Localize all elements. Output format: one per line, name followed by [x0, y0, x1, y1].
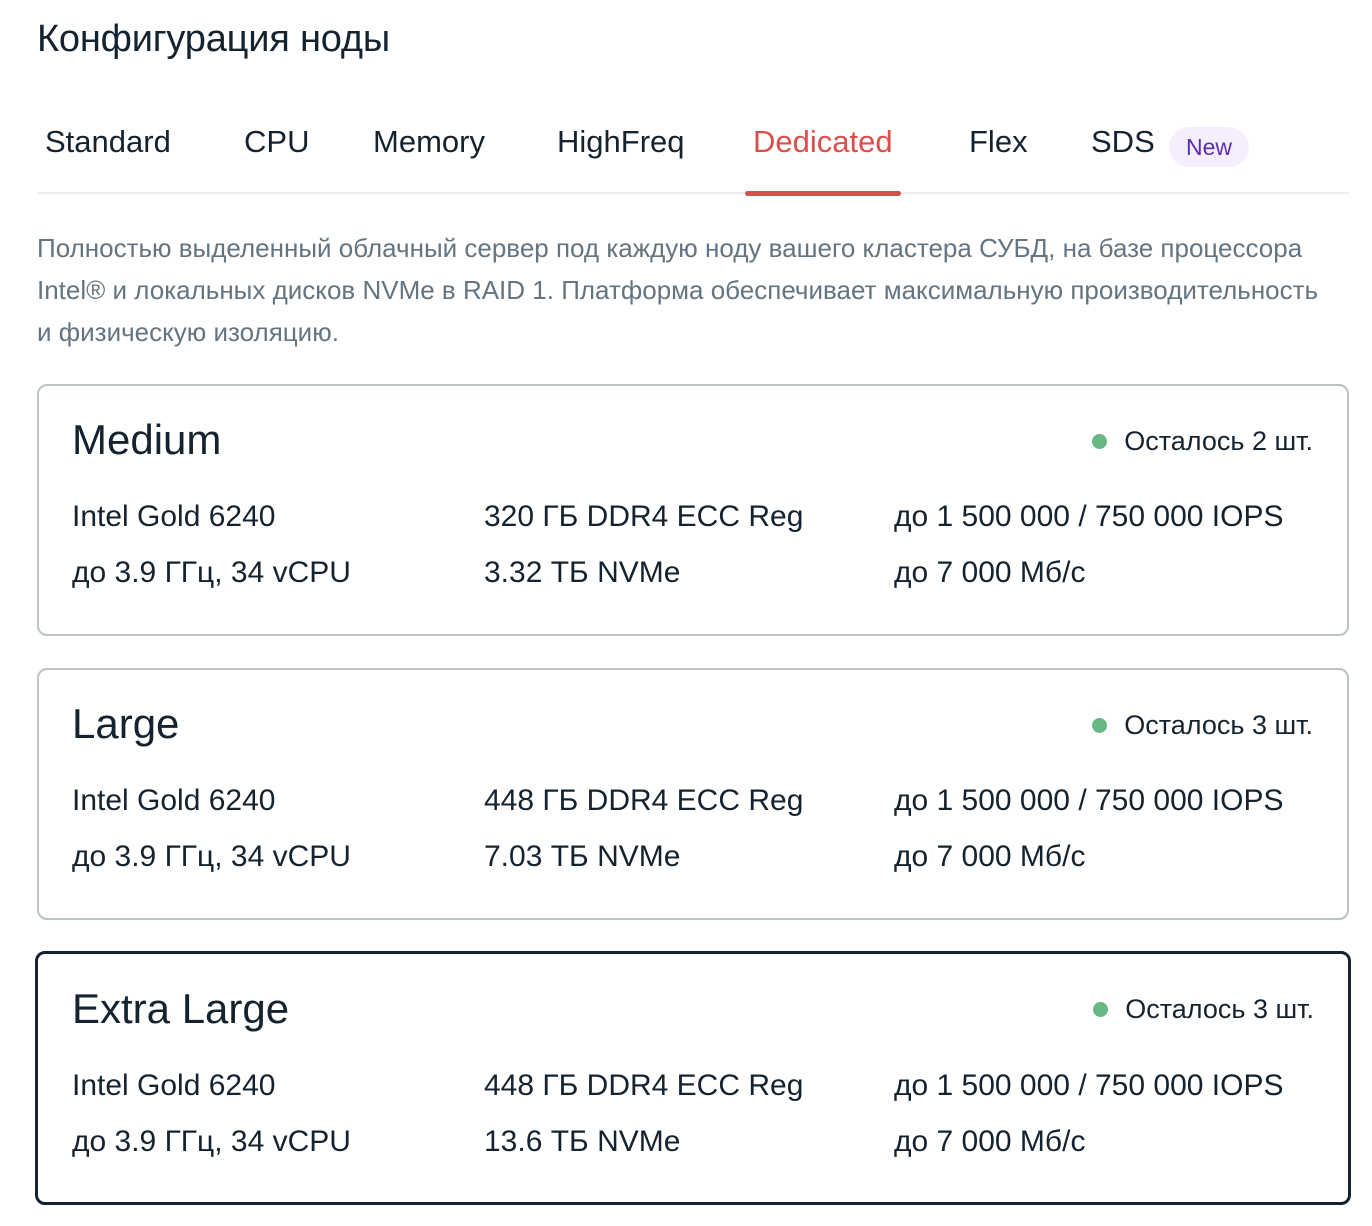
memory-spec: 448 ГБ DDR4 ECC Reg: [484, 784, 804, 817]
memory-spec: 448 ГБ DDR4 ECC Reg: [484, 1069, 804, 1102]
availability-dot-icon: [1092, 434, 1108, 449]
plan-type-tabs: Standard CPU Memory HighFreq Dedicated F…: [37, 112, 1349, 196]
cpu-details: до 3.9 ГГц, 34 vCPU: [72, 1125, 351, 1158]
tab-label: SDS: [1091, 124, 1155, 159]
plan-card-extra-large[interactable]: Extra Large Осталось 3 шт. Intel Gold 62…: [35, 951, 1351, 1205]
memory-spec: 320 ГБ DDR4 ECC Reg: [484, 500, 804, 533]
stock-label: Осталось 3 шт.: [1125, 994, 1314, 1024]
stock-status: Осталось 3 шт.: [1092, 710, 1313, 741]
storage-spec: 13.6 ТБ NVMe: [484, 1125, 681, 1158]
tab-label: Memory: [373, 124, 485, 159]
tab-label: Standard: [45, 124, 171, 159]
iops-spec: до 1 500 000 / 750 000 IOPS: [894, 1069, 1284, 1102]
tab-label: CPU: [244, 124, 310, 159]
storage-spec: 3.32 ТБ NVMe: [484, 556, 681, 589]
plan-card-medium[interactable]: Medium Осталось 2 шт. Intel Gold 6240 до…: [37, 384, 1349, 636]
tab-sds[interactable]: SDS: [1091, 124, 1155, 194]
plan-name: Medium: [72, 416, 222, 463]
cpu-model: Intel Gold 6240: [72, 500, 276, 533]
active-tab-indicator: [745, 191, 901, 196]
availability-dot-icon: [1092, 718, 1108, 733]
plan-name: Large: [72, 700, 180, 747]
availability-dot-icon: [1093, 1002, 1109, 1017]
tab-label: Flex: [969, 124, 1028, 159]
cpu-details: до 3.9 ГГц, 34 vCPU: [72, 840, 351, 873]
page-title: Конфигурация ноды: [37, 18, 390, 60]
storage-spec: 7.03 ТБ NVMe: [484, 840, 681, 873]
tab-label: HighFreq: [557, 124, 685, 159]
iops-spec: до 1 500 000 / 750 000 IOPS: [894, 784, 1284, 817]
cpu-model: Intel Gold 6240: [72, 784, 276, 817]
tab-dedicated[interactable]: Dedicated: [745, 124, 901, 196]
stock-status: Осталось 3 шт.: [1093, 994, 1314, 1025]
plan-card-large[interactable]: Large Осталось 3 шт. Intel Gold 6240 до …: [37, 668, 1349, 920]
new-badge: New: [1169, 127, 1249, 167]
cpu-model: Intel Gold 6240: [72, 1069, 276, 1102]
stock-status: Осталось 2 шт.: [1092, 426, 1313, 457]
iops-spec: до 1 500 000 / 750 000 IOPS: [894, 500, 1284, 533]
tab-description: Полностью выделенный облачный сервер под…: [37, 233, 1319, 347]
plan-name: Extra Large: [72, 985, 290, 1032]
tab-standard[interactable]: Standard: [45, 124, 171, 194]
tab-label: Dedicated: [753, 124, 893, 159]
tab-highfreq[interactable]: HighFreq: [557, 124, 685, 194]
throughput-spec: до 7 000 Мб/с: [894, 556, 1086, 589]
throughput-spec: до 7 000 Мб/с: [894, 840, 1086, 873]
stock-label: Осталось 3 шт.: [1124, 710, 1313, 740]
tab-flex[interactable]: Flex: [969, 124, 1028, 194]
throughput-spec: до 7 000 Мб/с: [894, 1125, 1086, 1158]
cpu-details: до 3.9 ГГц, 34 vCPU: [72, 556, 351, 589]
tab-memory[interactable]: Memory: [373, 124, 485, 194]
tab-cpu[interactable]: CPU: [244, 124, 309, 194]
stock-label: Осталось 2 шт.: [1124, 426, 1313, 456]
